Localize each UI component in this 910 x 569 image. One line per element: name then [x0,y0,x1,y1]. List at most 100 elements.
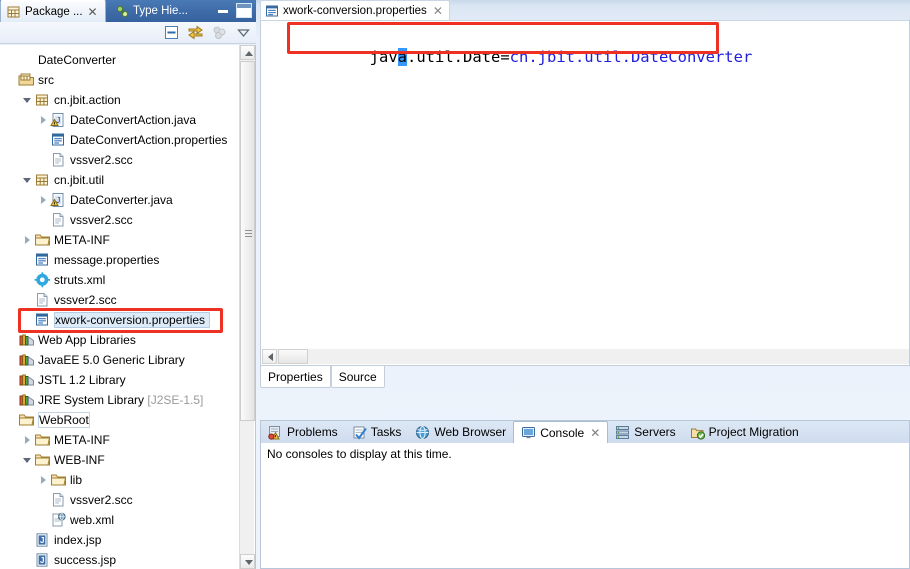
editor-horizontal-scrollbar[interactable] [262,349,909,364]
view-tab-bar: Package ... ✕ Type Hie... [0,0,256,22]
code-selected-char: a [397,48,407,66]
close-icon[interactable]: ✕ [433,4,443,18]
h-scrollbar-thumb[interactable] [278,349,308,364]
tree-item-dateconvertaction-java[interactable]: J DateConvertAction.java [0,110,232,130]
code-key-part1: jav [369,48,398,66]
console-tab-servers[interactable]: Servers [608,421,682,443]
tree-item-label: web.xml [70,513,115,527]
tree-item-struts-xml[interactable]: struts.xml [0,270,232,290]
package-icon [34,92,51,108]
scroll-left-icon[interactable] [262,349,277,364]
tree-item-web-xml[interactable]: web.xml [0,510,232,530]
console-tab-tasks[interactable]: Tasks [345,421,409,443]
editor-text-area[interactable]: java.util.Date=cn.jbit.util.DateConverte… [260,20,910,366]
tree-item-javaee-5-0-generic-library[interactable]: JavaEE 5.0 Generic Library [0,350,232,370]
chevron-down-icon[interactable] [22,94,34,106]
tree-item-cn-jbit-util[interactable]: cn.jbit.util [0,170,232,190]
file-icon [50,492,67,508]
tree-item-vssver2-scc[interactable]: vssver2.scc [0,150,232,170]
scrollbar-thumb[interactable] [240,61,255,421]
tree-item-vssver2-scc[interactable]: vssver2.scc [0,290,232,310]
console-view: Problems Tasks Web Browser Console ✕ Serv… [260,420,910,569]
eclipse-workbench: Package ... ✕ Type Hie... DateConverter … [0,0,910,569]
chevron-right-icon[interactable] [22,234,34,246]
tree-item-cn-jbit-action[interactable]: cn.jbit.action [0,90,232,110]
close-icon[interactable]: ✕ [88,5,98,19]
tree-item-index-jsp[interactable]: Jindex.jsp [0,530,232,550]
package-explorer-icon [7,5,21,19]
editor-bottom-tab-source[interactable]: Source [330,366,385,388]
tree-item-vssver2-scc[interactable]: vssver2.scc [0,490,232,510]
console-tab-label: Console [540,425,585,440]
tree-item-web-inf[interactable]: WEB-INF [0,450,232,470]
tree-item-xwork-conversion-properties[interactable]: xwork-conversion.properties [0,310,232,330]
tree-item-dateconvertaction-properties[interactable]: DateConvertAction.properties [0,130,232,150]
maximize-icon[interactable] [236,3,252,18]
chevron-right-icon[interactable] [38,194,50,206]
scroll-down-icon[interactable] [240,554,255,569]
folder-icon [34,232,51,248]
chevron-right-icon[interactable] [38,114,50,126]
tree-item-label: vssver2.scc [70,493,133,507]
link-with-editor-icon[interactable] [187,24,204,41]
tree-item-success-jsp[interactable]: Jsuccess.jsp [0,550,232,569]
view-menu-icon[interactable] [235,24,252,41]
tree-item-label: struts.xml [54,273,106,287]
tree-item-message-properties[interactable]: message.properties [0,250,232,270]
tree-item-label: src [38,73,54,87]
editor-bottom-tab-properties[interactable]: Properties [260,366,331,388]
editor-tab-label: xwork-conversion.properties [283,4,427,17]
minimize-icon[interactable] [215,3,231,18]
tab-package-explorer[interactable]: Package ... ✕ [0,0,106,22]
console-tab-console[interactable]: Console ✕ [513,421,609,443]
editor-tab-xwork-conversion[interactable]: xwork-conversion.properties ✕ [260,0,450,20]
view-window-buttons [215,3,252,18]
servers-icon [615,425,630,440]
chevron-down-icon[interactable] [22,174,34,186]
scroll-up-icon[interactable] [240,45,255,60]
properties-icon [34,252,51,268]
console-tab-web-browser[interactable]: Web Browser [408,421,513,443]
code-value: cn.jbit.util.DateConverter [509,48,753,66]
tree-item-label: lib [70,473,83,487]
tree-item-web-app-libraries[interactable]: Web App Libraries [0,330,232,350]
migration-icon [690,425,705,440]
console-tab-problems[interactable]: Problems [261,421,345,443]
tab-type-hierarchy[interactable]: Type Hie... [110,0,202,22]
chevron-right-icon[interactable] [22,434,34,446]
console-tab-project-migration[interactable]: Project Migration [683,421,806,443]
tree-item-jstl-1-2-library[interactable]: JSTL 1.2 Library [0,370,232,390]
tree-item-jre-system-library[interactable]: JRE System Library [J2SE-1.5] [0,390,232,410]
folder-icon [18,412,35,428]
tree-item-meta-inf[interactable]: META-INF [0,430,232,450]
tree-item-webroot[interactable]: WebRoot [0,410,232,430]
tree-item-meta-inf[interactable]: META-INF [0,230,232,250]
collapse-all-icon[interactable] [163,24,180,41]
close-icon[interactable]: ✕ [590,426,600,440]
tree-item-vssver2-scc[interactable]: vssver2.scc [0,210,232,230]
console-output[interactable]: No consoles to display at this time. [261,443,909,568]
package-explorer-tree[interactable]: DateConverter src cn.jbit.action J DateC… [0,45,232,569]
package-explorer-panel: Package ... ✕ Type Hie... DateConverter … [0,0,256,569]
tree-item-label: WebRoot [38,412,90,428]
chevron-down-icon[interactable] [22,454,34,466]
code-key-part2: .util.Date= [407,48,510,66]
focus-icon [211,24,228,41]
chevron-right-icon[interactable] [38,474,50,486]
tree-item-label: cn.jbit.action [54,93,121,107]
tree-item-lib[interactable]: lib [0,470,232,490]
tree-item-src[interactable]: src [0,70,232,90]
tree-item-label: vssver2.scc [70,153,133,167]
tree-item-dateconverter[interactable]: DateConverter [0,50,232,70]
library-icon [18,372,35,388]
folder-icon [50,472,67,488]
tree-item-label: xwork-conversion.properties [54,312,211,328]
tree-vertical-scrollbar[interactable] [239,45,255,569]
tree-item-dateconverter-java[interactable]: J DateConverter.java [0,190,232,210]
